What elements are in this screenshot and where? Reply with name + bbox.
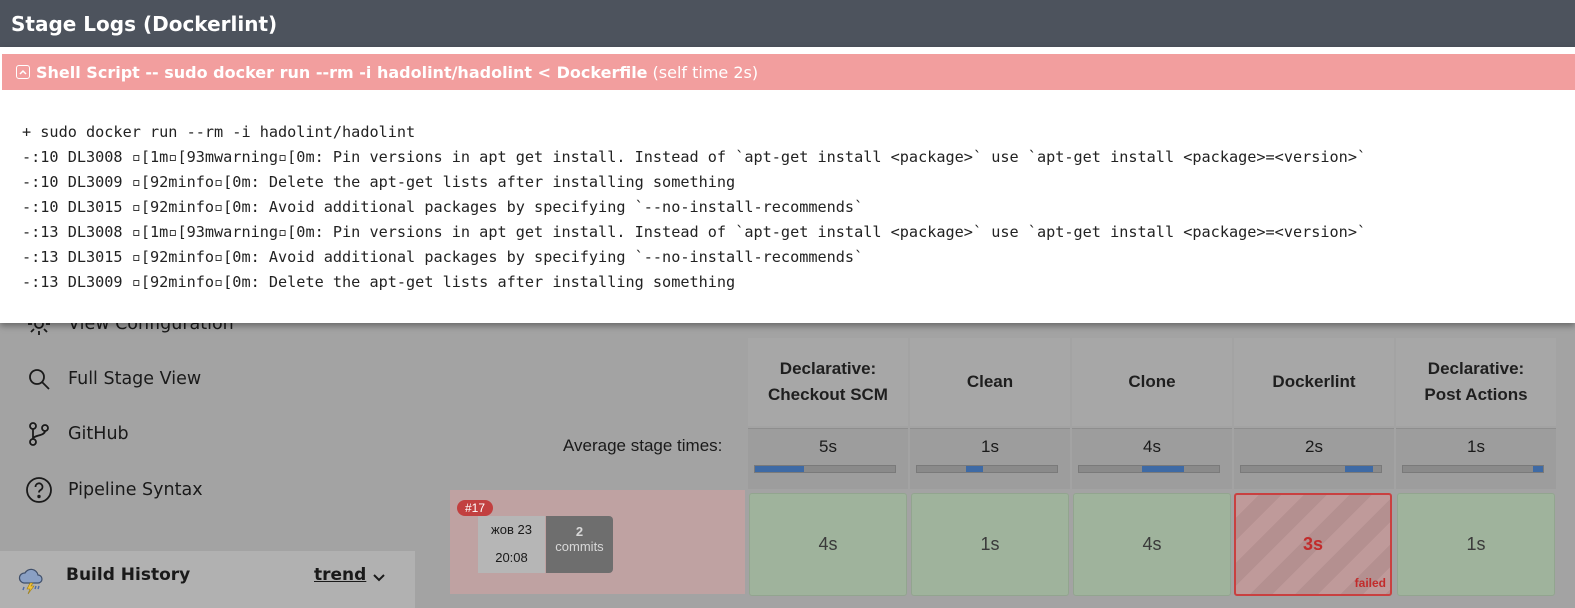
build-history-title: Build History (66, 565, 191, 585)
average-time-cell: 5s (748, 428, 908, 489)
log-line: -:10 DL3009 ▫[92minfo▫[0m: Delete the ap… (22, 173, 736, 191)
average-time-cell: 4s (1072, 428, 1232, 489)
stage-cell[interactable]: 1s (911, 493, 1069, 596)
weather-storm-icon (16, 565, 46, 600)
step-header[interactable]: Shell Script -- sudo docker run --rm -i … (2, 54, 1575, 90)
step-title: Shell Script -- sudo docker run --rm -i … (36, 62, 648, 82)
average-time-bar (916, 465, 1058, 473)
log-line: -:10 DL3008 ▫[1m▫[93mwarning▫[0m: Pin ve… (22, 148, 1367, 166)
sidebar-item-label: GitHub (68, 424, 129, 444)
chevron-down-icon[interactable] (372, 569, 386, 589)
average-time-cell: 2s (1234, 428, 1394, 489)
stage-cell-time: 3s (1302, 534, 1324, 554)
average-time-cell: 1s (1396, 428, 1556, 489)
stage-header-clean: Clean (910, 338, 1070, 426)
stage-header-dockerlint: Dockerlint (1234, 338, 1394, 426)
stage-header-checkout-scm: Declarative: Checkout SCM (748, 338, 908, 426)
stage-cell[interactable]: 4s (749, 493, 907, 596)
average-time-bar (1240, 465, 1382, 473)
average-time-bar (1402, 465, 1544, 473)
stage-header-post-actions: Declarative: Post Actions (1396, 338, 1556, 426)
log-line: -:13 DL3008 ▫[1m▫[93mwarning▫[0m: Pin ve… (22, 223, 1367, 241)
stage-header-clone: Clone (1072, 338, 1232, 426)
average-time-bar (754, 465, 896, 473)
build-date: жов 23 20:08 (478, 516, 545, 573)
average-time-fill (966, 466, 983, 472)
average-stage-times-label: Average stage times: (563, 436, 723, 455)
average-time-fill (1344, 466, 1373, 472)
sidebar-item-github[interactable]: GitHub (24, 414, 129, 454)
stage-logs-modal: Shell Script -- sudo docker run --rm -i … (0, 47, 1575, 323)
average-time-cell: 1s (910, 428, 1070, 489)
sidebar-item-label: Full Stage View (68, 369, 202, 389)
console-log: + sudo docker run --rm -i hadolint/hadol… (22, 120, 1366, 295)
modal-title: Stage Logs (Dockerlint) (11, 11, 278, 36)
step-self-time: (self time 2s) (652, 62, 759, 82)
average-time-bar (1078, 465, 1220, 473)
sidebar-item-label: Pipeline Syntax (68, 480, 203, 500)
stage-cell[interactable]: 1s (1397, 493, 1555, 596)
average-time-fill (755, 466, 804, 472)
collapse-icon[interactable] (16, 65, 30, 79)
help-icon (24, 475, 54, 505)
git-branch-icon (24, 419, 54, 449)
log-line: -:13 DL3015 ▫[92minfo▫[0m: Avoid additio… (22, 248, 864, 266)
sidebar-item-full-stage-view[interactable]: Full Stage View (24, 359, 201, 399)
log-line: + sudo docker run --rm -i hadolint/hadol… (22, 123, 416, 141)
build-number-badge[interactable]: #17 (457, 500, 494, 516)
search-icon (24, 364, 54, 394)
failed-label: failed (1354, 576, 1386, 590)
stage-cell[interactable]: 4s (1073, 493, 1231, 596)
log-line: -:10 DL3015 ▫[92minfo▫[0m: Avoid additio… (22, 198, 864, 216)
commits-box[interactable]: 2 commits (546, 516, 613, 573)
trend-link[interactable]: trend (314, 565, 366, 585)
modal-header: Stage Logs (Dockerlint) (0, 0, 1575, 47)
sidebar-item-pipeline-syntax[interactable]: Pipeline Syntax (24, 470, 203, 510)
log-line: -:13 DL3009 ▫[92minfo▫[0m: Delete the ap… (22, 273, 736, 291)
stage-cell-failed[interactable]: 3s failed (1234, 493, 1392, 596)
average-time-fill (1533, 466, 1543, 472)
build-history-header: Build History trend (0, 551, 415, 608)
average-time-fill (1142, 466, 1184, 472)
